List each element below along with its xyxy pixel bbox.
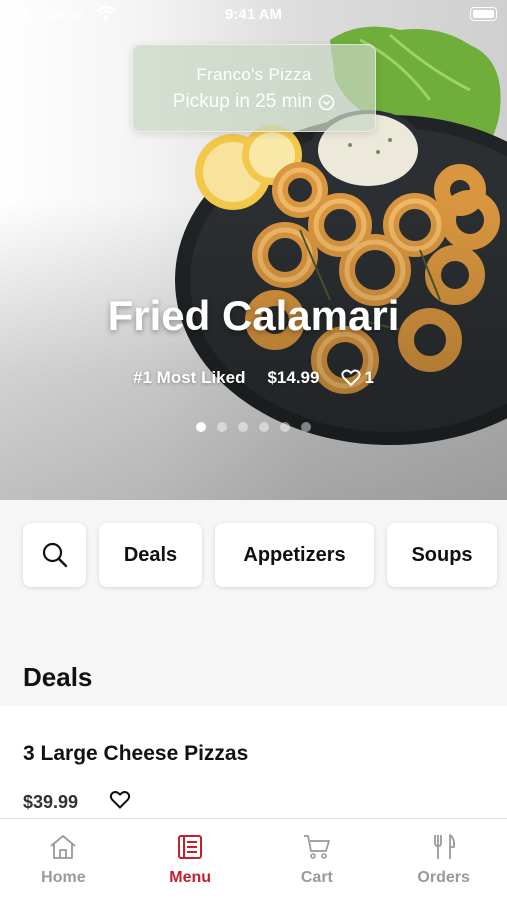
item-name: 3 Large Cheese Pizzas <box>23 742 249 765</box>
tab-bar: Home Menu Cart Orders <box>0 818 507 900</box>
item-price: $39.99 <box>23 792 79 812</box>
category-deals[interactable]: Deals <box>99 523 202 587</box>
featured-likes[interactable]: 1 <box>341 368 374 388</box>
category-appetizers[interactable]: Appetizers <box>215 523 374 587</box>
status-bar: Carrier 9:41 AM <box>0 0 507 30</box>
carousel-dot[interactable] <box>238 422 248 432</box>
featured-item-meta: #1 Most Liked $14.99 1 <box>0 368 507 388</box>
restaurant-name: Franco's Pizza <box>196 65 312 84</box>
cart-icon <box>303 835 330 859</box>
tab-home-label: Home <box>41 869 86 886</box>
tab-orders[interactable]: Orders <box>380 819 507 900</box>
carousel-dot[interactable] <box>196 422 206 432</box>
search-button[interactable] <box>23 523 86 587</box>
tab-menu-label: Menu <box>169 869 212 886</box>
hero-banner[interactable]: Carrier 9:41 AM Franco's Pizza Pickup in… <box>0 0 507 500</box>
tab-orders-label: Orders <box>417 869 470 886</box>
search-icon <box>42 542 67 568</box>
pickup-time-label: Pickup in 25 min <box>172 91 313 112</box>
chevron-down-circle-icon <box>318 94 335 110</box>
carousel-dots[interactable] <box>0 422 507 432</box>
pickup-selector[interactable]: Franco's Pizza Pickup in 25 min <box>132 44 376 132</box>
tab-menu[interactable]: Menu <box>127 819 254 900</box>
carousel-dot[interactable] <box>259 422 269 432</box>
list-item[interactable]: 3 Large Cheese Pizzas $39.99 <box>0 706 507 822</box>
heart-icon[interactable] <box>109 790 131 810</box>
tab-cart[interactable]: Cart <box>254 819 381 900</box>
battery-icon <box>470 7 497 21</box>
category-soups[interactable]: Soups <box>387 523 497 587</box>
carousel-dot[interactable] <box>280 422 290 432</box>
pickup-time: Pickup in 25 min <box>133 91 375 113</box>
featured-likes-count: 1 <box>364 368 374 387</box>
home-icon <box>50 835 76 859</box>
menu-icon <box>178 835 203 859</box>
tab-home[interactable]: Home <box>0 819 127 900</box>
featured-item-title: Fried Calamari <box>107 292 400 339</box>
category-chips: Deals Appetizers Soups <box>23 523 497 587</box>
status-time: 9:41 AM <box>225 6 282 23</box>
heart-icon <box>341 369 362 387</box>
featured-badge: #1 Most Liked <box>133 368 246 387</box>
section-title: Deals <box>23 662 93 692</box>
tab-cart-label: Cart <box>300 869 333 886</box>
featured-price: $14.99 <box>267 368 320 387</box>
carousel-dot[interactable] <box>217 422 227 432</box>
carousel-dot[interactable] <box>301 422 311 432</box>
fork-knife-icon <box>433 834 455 859</box>
